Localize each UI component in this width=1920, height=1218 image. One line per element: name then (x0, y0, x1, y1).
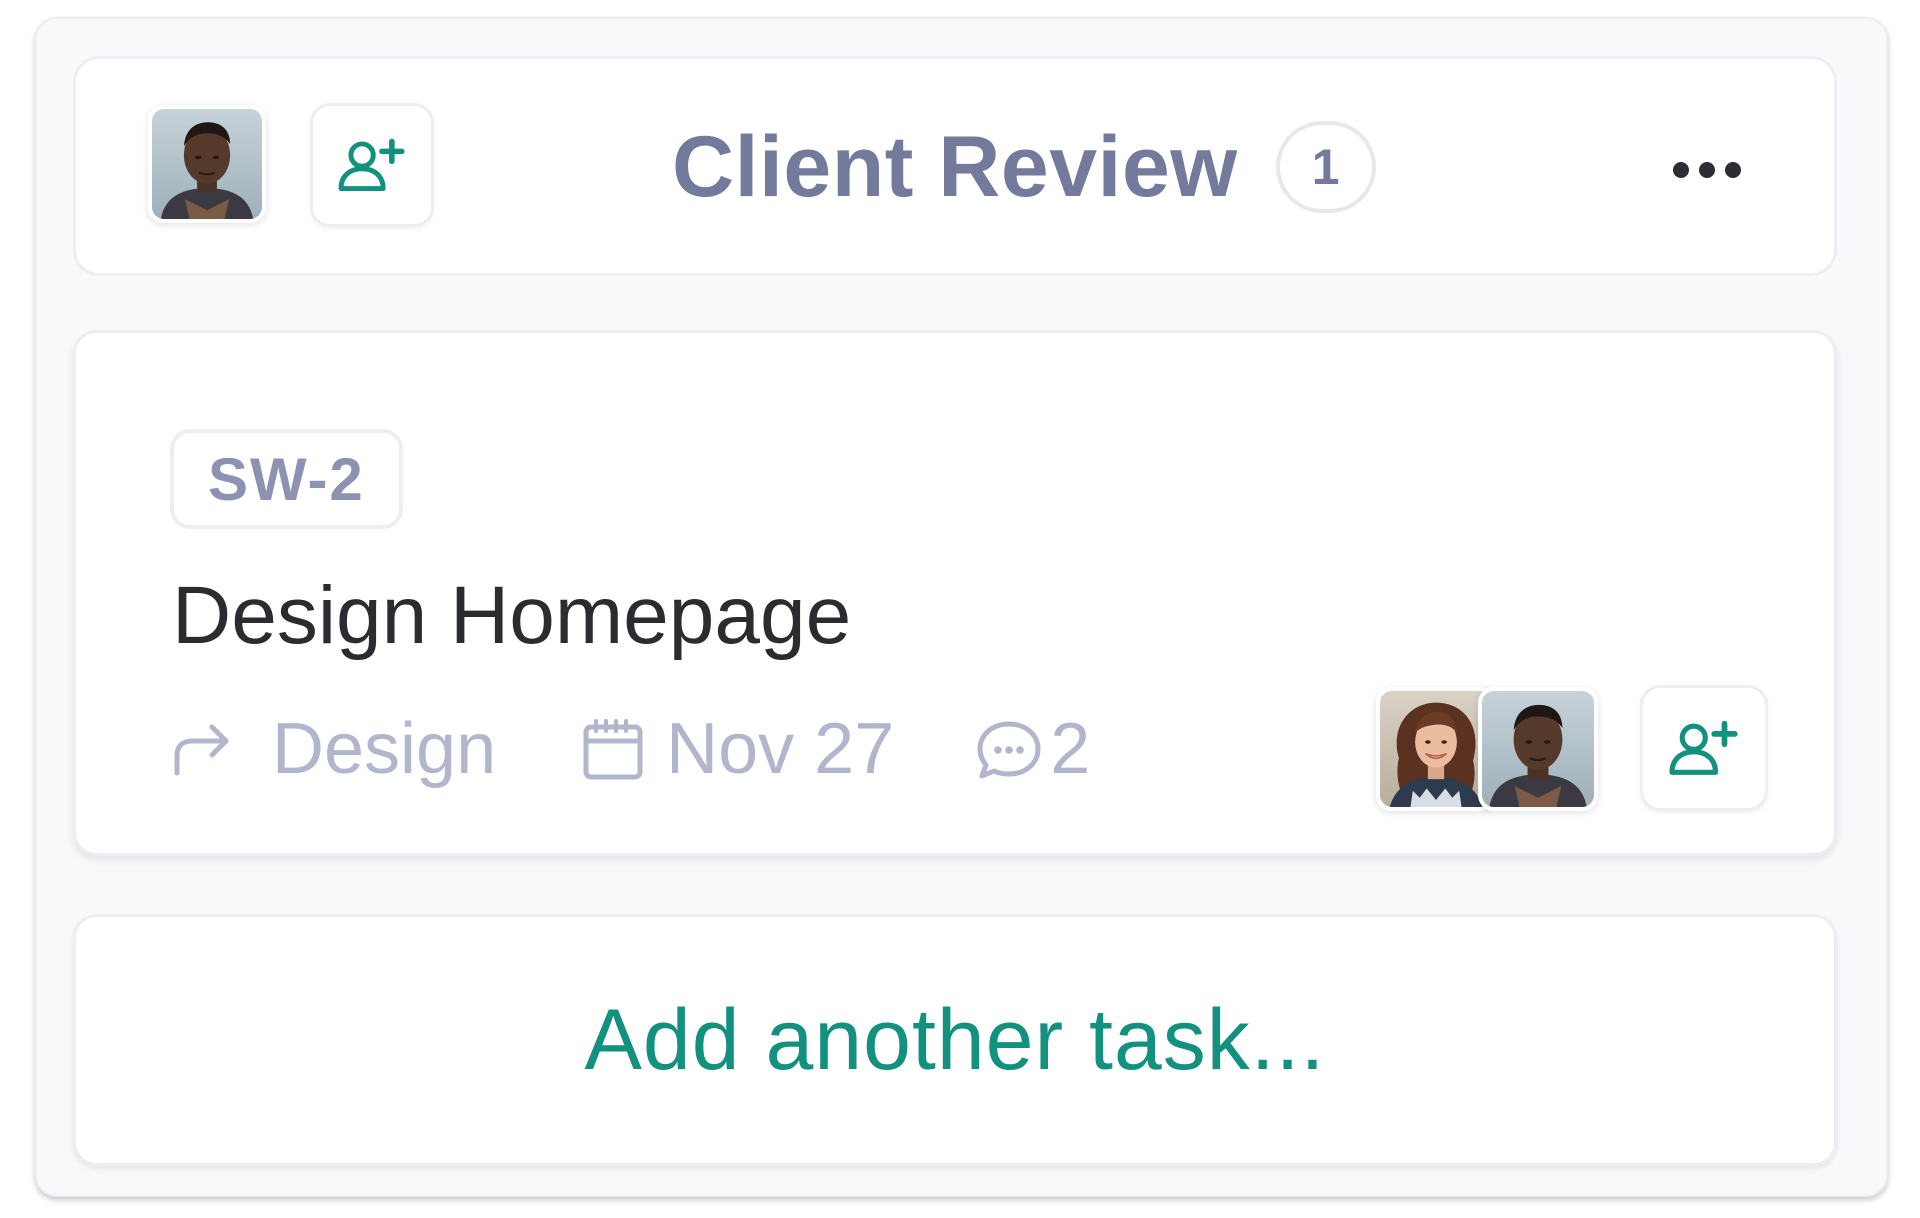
task-add-user-button[interactable] (1640, 685, 1768, 811)
task-meta: Design Nov 27 2 (172, 709, 1090, 789)
task-assignees (1376, 687, 1598, 811)
column-header: Client Review 1 (73, 56, 1837, 276)
share-arrow-icon (174, 724, 229, 776)
task-id-badge: SW-2 (170, 429, 403, 529)
column-more-button[interactable] (1659, 139, 1755, 201)
add-task-label: Add another task... (584, 991, 1326, 1088)
comment-icon (977, 721, 1041, 779)
assignee-avatar[interactable] (1478, 687, 1598, 811)
task-due-date-label: Nov 27 (666, 709, 895, 789)
column-add-user-button[interactable] (310, 103, 434, 227)
task-title: Design Homepage (172, 570, 852, 661)
task-count-badge: 1 (1275, 121, 1376, 213)
more-horizontal-icon (1673, 162, 1741, 178)
task-comment-count: 2 (1050, 709, 1091, 789)
column-owner-avatar[interactable] (148, 105, 266, 223)
add-task-button[interactable]: Add another task... (73, 914, 1837, 1166)
person-avatar-man (1482, 691, 1594, 807)
column-title-group: Client Review 1 (672, 119, 1376, 215)
calendar-icon (583, 719, 643, 780)
task-category-label: Design (272, 709, 497, 789)
add-user-icon (1665, 716, 1743, 780)
person-avatar-man (152, 109, 262, 219)
add-user-icon (334, 134, 410, 196)
task-category[interactable]: Design (172, 708, 496, 790)
person-avatar-woman (1380, 691, 1492, 807)
task-comments[interactable]: 2 (976, 708, 1090, 790)
column-title: Client Review (672, 118, 1238, 215)
task-due-date[interactable]: Nov 27 (582, 708, 894, 790)
task-card[interactable]: SW-2 Design Homepage Design Nov 27 2 (73, 330, 1837, 856)
